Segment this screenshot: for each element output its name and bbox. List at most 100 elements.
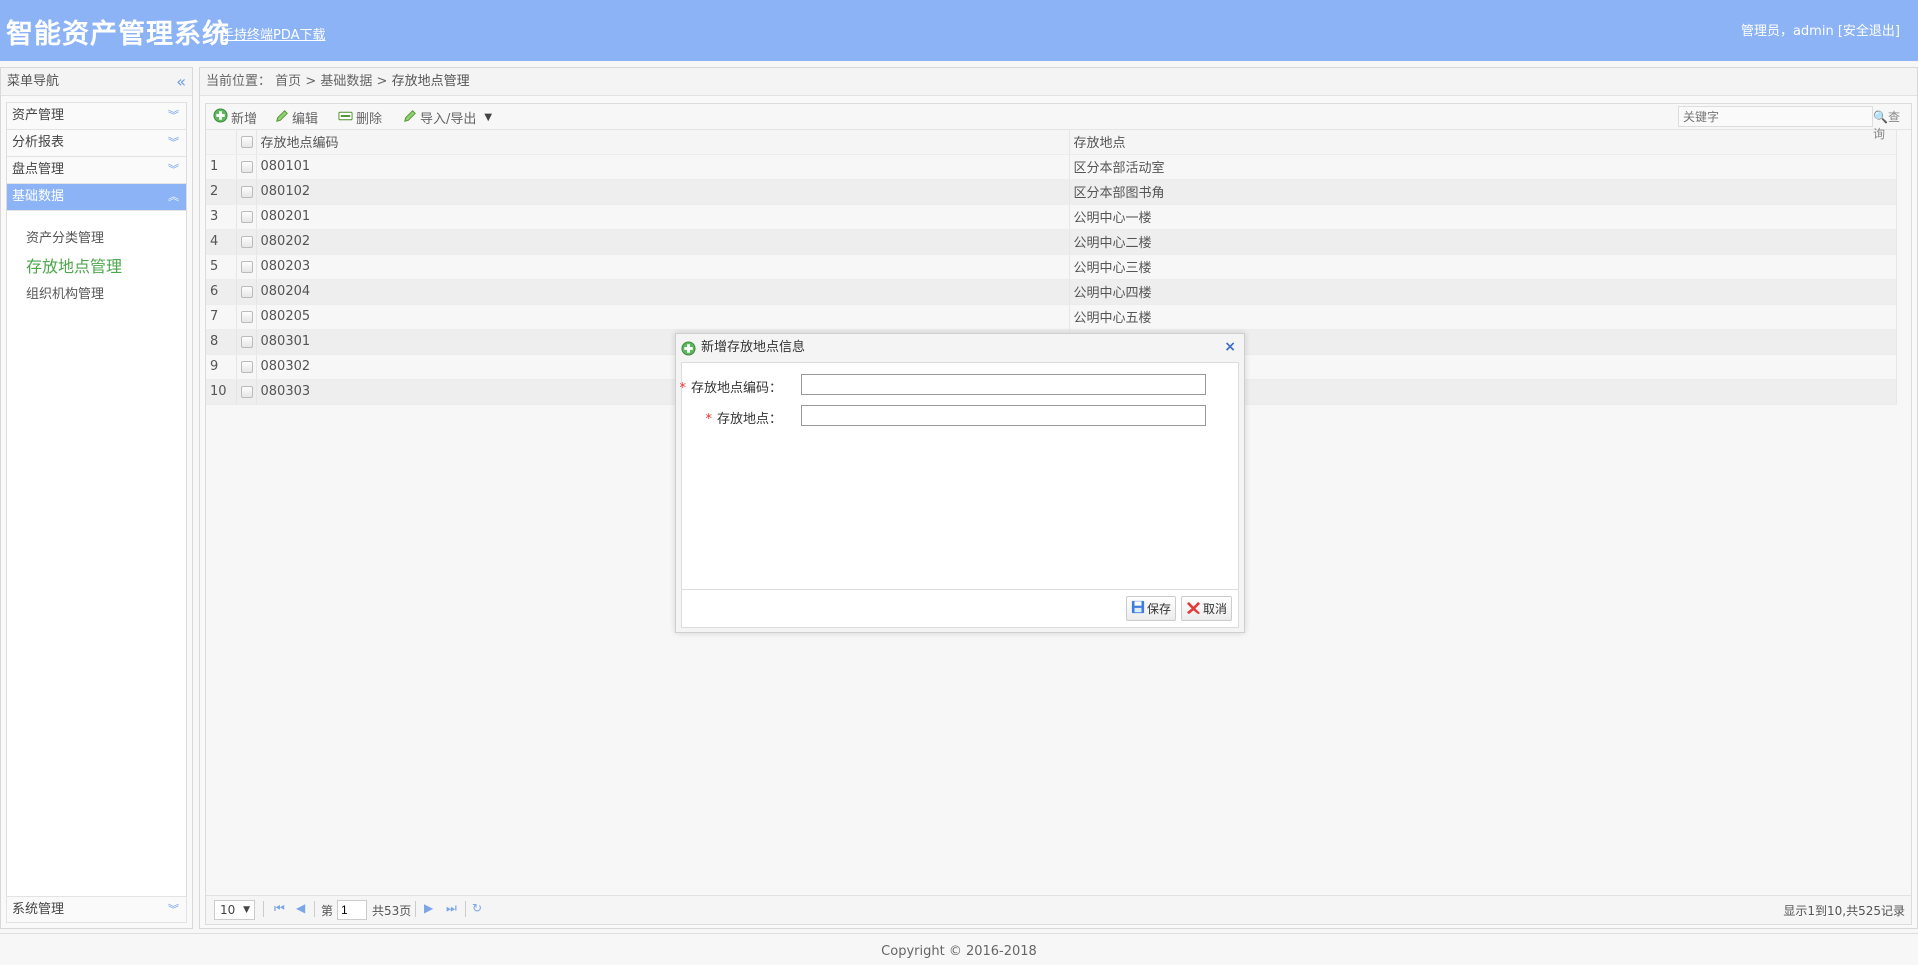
page-size-value: 10 xyxy=(220,903,236,917)
required-mark: * xyxy=(679,381,686,396)
divider xyxy=(314,901,315,917)
breadcrumb-current: 存放地点管理 xyxy=(391,74,470,89)
submenu-asset-category[interactable]: 资产分类管理 xyxy=(7,225,186,253)
row-number: 6 xyxy=(206,279,237,305)
sidebar-header: 菜单导航 « xyxy=(1,68,192,96)
sidebar-item-analysis-reports[interactable]: 分析报表 ︾ xyxy=(7,130,186,157)
row-checkbox[interactable] xyxy=(240,235,253,248)
dialog-title: 新增存放地点信息 xyxy=(701,340,806,355)
location-name-cell: 公明中心一楼 xyxy=(1069,204,1897,230)
save-button[interactable]: 保存 xyxy=(1125,596,1176,621)
breadcrumb: 当前位置： 首页 > 基础数据 > 存放地点管理 xyxy=(200,68,1917,96)
location-name-cell: 公明中心五楼 xyxy=(1069,304,1897,330)
search-input[interactable] xyxy=(1679,107,1872,126)
edit-button[interactable]: 编辑 xyxy=(275,108,318,127)
breadcrumb-prefix: 当前位置： xyxy=(206,74,272,89)
breadcrumb-separator: > xyxy=(305,74,317,89)
first-page-icon[interactable]: ⏮ xyxy=(274,901,285,916)
location-code-input[interactable] xyxy=(801,374,1206,395)
table-row[interactable]: 5 080203 公明中心三楼 xyxy=(206,254,1897,280)
search-box xyxy=(1678,106,1873,127)
table-row[interactable]: 3 080201 公明中心一楼 xyxy=(206,204,1897,230)
row-number: 4 xyxy=(206,229,237,255)
table-row[interactable]: 7 080205 公明中心五楼 xyxy=(206,304,1897,330)
table-row[interactable]: 1 080101 区分本部活动室 xyxy=(206,154,1897,180)
footer: Copyright © 2016-2018 xyxy=(0,933,1918,965)
submenu-organization[interactable]: 组织机构管理 xyxy=(7,281,186,309)
location-name-cell: 公明中心二楼 xyxy=(1069,229,1897,255)
breadcrumb-home[interactable]: 首页 xyxy=(275,74,301,89)
row-checkbox[interactable] xyxy=(240,360,253,373)
chevron-double-down-icon: ︾ xyxy=(168,109,179,122)
caret-down-icon: ▼ xyxy=(243,905,250,915)
collapse-sidebar-icon[interactable]: « xyxy=(176,68,186,96)
row-checkbox-cell xyxy=(236,229,257,255)
sidebar-item-asset-management[interactable]: 资产管理 ︾ xyxy=(7,103,186,130)
chevron-double-down-icon: ︾ xyxy=(168,163,179,176)
sidebar-item-basic-data[interactable]: 基础数据 ︽ xyxy=(7,184,186,211)
table-row[interactable]: 6 080204 公明中心四楼 xyxy=(206,279,1897,305)
required-mark: * xyxy=(705,412,712,427)
sidebar-item-inventory-check[interactable]: 盘点管理 ︾ xyxy=(7,157,186,184)
row-checkbox[interactable] xyxy=(240,160,253,173)
form-row-code: * 存放地点编码： xyxy=(679,374,1238,396)
pda-download-link[interactable]: 手持终端PDA下载 xyxy=(221,24,326,43)
table-row[interactable]: 4 080202 公明中心二楼 xyxy=(206,229,1897,255)
sidebar-item-system-management[interactable]: 系统管理 ︾ xyxy=(6,896,187,923)
next-page-icon[interactable]: ▶ xyxy=(424,901,433,915)
save-icon xyxy=(1131,600,1145,617)
location-code-cell: 080202 xyxy=(256,229,1070,255)
row-checkbox[interactable] xyxy=(240,385,253,398)
place-label-text: 存放地点： xyxy=(716,412,782,427)
row-checkbox[interactable] xyxy=(240,285,253,298)
page-size-select[interactable]: 10 ▼ xyxy=(214,900,255,920)
sidebar-title: 菜单导航 xyxy=(7,74,60,89)
basic-data-submenu: 资产分类管理 存放地点管理 组织机构管理 xyxy=(7,211,186,900)
record-info: 显示1到10,共525记录 xyxy=(1783,904,1905,918)
add-button[interactable]: 新增 xyxy=(213,108,257,127)
column-header-place[interactable]: 存放地点 xyxy=(1069,130,1897,155)
last-page-icon[interactable]: ⏭ xyxy=(446,901,457,916)
breadcrumb-level2: 基础数据 xyxy=(320,74,373,89)
pagination-bar: 10 ▼ ⏮ ◀ 第 共53页 ▶ ⏭ ↻ 显示1到10,共525记录 xyxy=(206,895,1911,924)
row-checkbox-cell xyxy=(236,254,257,280)
sidebar-item-label: 基础数据 xyxy=(12,189,65,204)
cancel-button[interactable]: 取消 xyxy=(1180,596,1232,621)
row-checkbox[interactable] xyxy=(240,310,253,323)
location-name-cell: 区分本部图书角 xyxy=(1069,179,1897,205)
refresh-icon[interactable]: ↻ xyxy=(472,901,482,915)
location-code-cell: 080201 xyxy=(256,204,1070,230)
logout-link[interactable]: [安全退出] xyxy=(1838,24,1900,39)
form-row-place: * 存放地点： xyxy=(682,405,1238,427)
location-name-cell: 公明中心三楼 xyxy=(1069,254,1897,280)
table-row[interactable]: 2 080102 区分本部图书角 xyxy=(206,179,1897,205)
location-code-cell: 080203 xyxy=(256,254,1070,280)
user-info: 管理员，admin [安全退出] xyxy=(1741,20,1900,39)
divider xyxy=(263,901,264,917)
add-icon xyxy=(213,108,228,127)
location-code-cell: 080101 xyxy=(256,154,1070,180)
row-checkbox[interactable] xyxy=(240,210,253,223)
delete-button[interactable]: 删除 xyxy=(338,108,382,127)
row-checkbox[interactable] xyxy=(240,335,253,348)
search-button[interactable]: 🔍查询 xyxy=(1873,108,1911,142)
cancel-label: 取消 xyxy=(1202,602,1227,616)
copyright-text: Copyright © 2016-2018 xyxy=(881,944,1037,959)
dialog-footer: 保存 取消 xyxy=(681,590,1239,628)
column-header-code[interactable]: 存放地点编码 xyxy=(256,130,1070,155)
close-icon[interactable]: × xyxy=(1224,334,1236,361)
code-label-text: 存放地点编码： xyxy=(690,381,782,396)
row-checkbox[interactable] xyxy=(240,260,253,273)
grid-toolbar: 新增 编辑 删除 导入/导出 ▼ 关键字 🔍查询 xyxy=(206,104,1911,141)
row-checkbox[interactable] xyxy=(240,185,253,198)
select-all-cell xyxy=(236,130,257,155)
select-all-checkbox[interactable] xyxy=(240,135,253,148)
location-name-input[interactable] xyxy=(801,405,1206,426)
dialog-titlebar[interactable]: 新增存放地点信息 × xyxy=(676,334,1244,361)
prev-page-icon[interactable]: ◀ xyxy=(296,901,305,915)
import-export-button[interactable]: 导入/导出 ▼ xyxy=(403,108,492,127)
page-number-input[interactable] xyxy=(337,900,367,920)
caret-down-icon: ▼ xyxy=(484,112,493,123)
submenu-storage-location[interactable]: 存放地点管理 xyxy=(7,253,186,281)
sidebar-item-label: 分析报表 xyxy=(12,135,65,150)
